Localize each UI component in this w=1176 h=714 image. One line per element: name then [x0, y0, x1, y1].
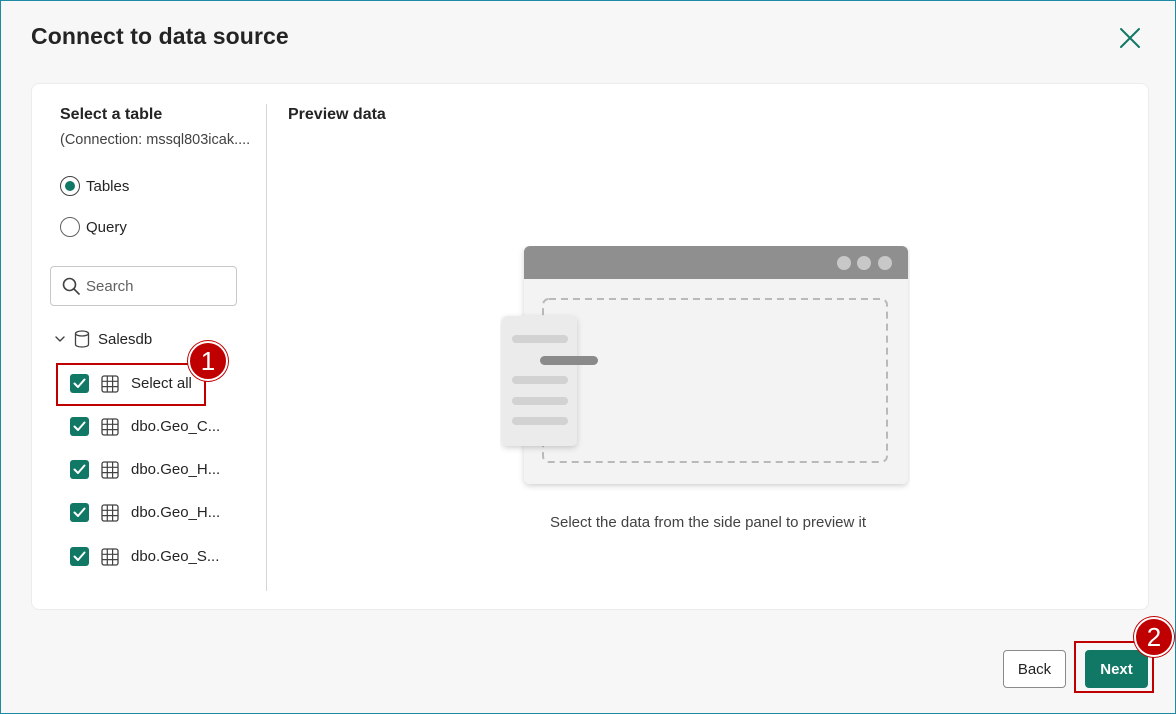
annotation-badge-2: 2: [1134, 617, 1174, 657]
back-button[interactable]: Back: [1003, 650, 1066, 688]
checkmark-icon: [73, 421, 86, 431]
radio-tables-label: Tables: [86, 177, 130, 195]
tree-item-table[interactable]: dbo.Geo_H...: [70, 460, 220, 479]
checkbox-checked[interactable]: [70, 417, 89, 436]
annotation-badge-1: 1: [188, 341, 228, 381]
preview-empty-caption: Select the data from the side panel to p…: [549, 514, 866, 531]
search-input[interactable]: [86, 277, 216, 295]
checkbox-checked[interactable]: [70, 547, 89, 566]
close-icon: [1120, 28, 1140, 48]
checkmark-icon: [73, 551, 86, 561]
checkbox-checked[interactable]: [70, 460, 89, 479]
table-icon: [101, 417, 119, 436]
tree-item-table[interactable]: dbo.Geo_H...: [70, 503, 220, 522]
preview-heading: Preview data: [288, 106, 386, 123]
dialog-title: Connect to data source: [31, 23, 289, 49]
tree-item-label: dbo.Geo_S...: [131, 548, 220, 565]
tree-item-table[interactable]: dbo.Geo_C...: [70, 417, 220, 436]
chevron-down-icon[interactable]: [54, 333, 66, 345]
checkmark-icon: [73, 464, 86, 474]
tree-root-salesdb[interactable]: Salesdb: [54, 330, 152, 348]
select-table-heading: Select a table: [60, 106, 163, 123]
annotation-highlight-select-all: [56, 363, 206, 406]
radio-button-checked[interactable]: [60, 176, 80, 196]
panel-divider: [266, 104, 267, 591]
radio-query-label: Query: [86, 218, 127, 236]
database-icon: [74, 330, 90, 348]
search-box[interactable]: [50, 266, 237, 306]
empty-preview-illustration: [500, 246, 910, 496]
content-card: Select a table (Connection: mssql803icak…: [31, 83, 1149, 610]
checkmark-icon: [73, 507, 86, 517]
tree-item-label: dbo.Geo_H...: [131, 461, 221, 478]
radio-query[interactable]: Query: [60, 217, 127, 237]
radio-button-unchecked[interactable]: [60, 217, 80, 237]
close-button[interactable]: [1115, 23, 1145, 53]
table-icon: [101, 503, 119, 522]
connect-dialog: Connect to data source Select a table (C…: [0, 0, 1176, 714]
checkbox-checked[interactable]: [70, 503, 89, 522]
search-icon: [62, 277, 80, 295]
radio-tables[interactable]: Tables: [60, 176, 129, 196]
tree-item-label: dbo.Geo_H...: [131, 504, 221, 521]
table-icon: [101, 547, 119, 566]
connection-label: (Connection: mssql803icak....: [60, 132, 251, 148]
table-icon: [101, 460, 119, 479]
tree-item-label: dbo.Geo_C...: [131, 418, 221, 435]
table-selector-panel: Select a table (Connection: mssql803icak…: [32, 84, 266, 609]
tree-root-label: Salesdb: [98, 330, 153, 348]
tree-item-table[interactable]: dbo.Geo_S...: [70, 547, 219, 566]
